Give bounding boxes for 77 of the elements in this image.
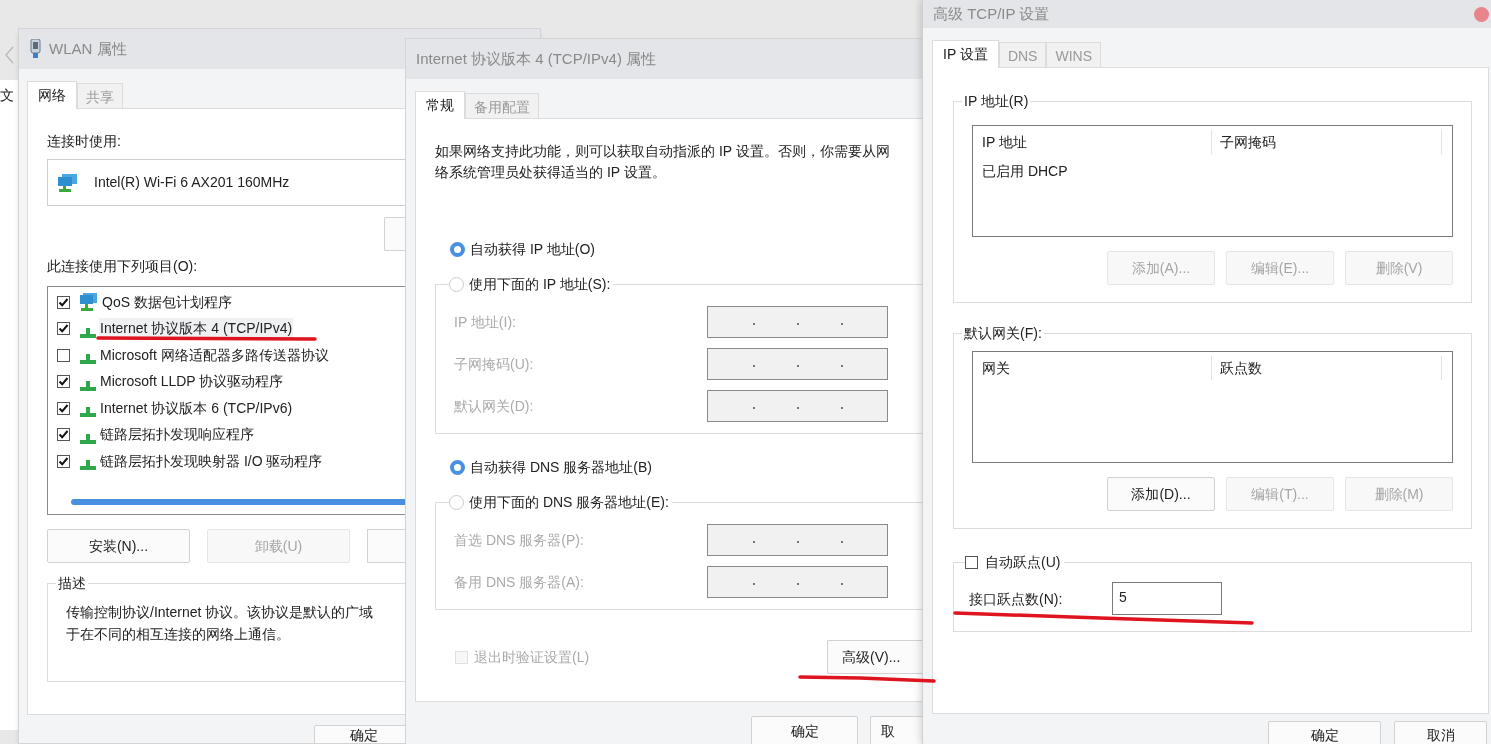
field-label: 连接时使用: xyxy=(47,132,122,150)
network-monitor-icon xyxy=(80,292,98,313)
input-field[interactable]: 5 xyxy=(1112,582,1222,615)
protocol-icon xyxy=(80,327,96,338)
back-chevron-icon xyxy=(5,46,14,64)
button[interactable]: 安装(N)... xyxy=(47,529,190,563)
intro-text: 络系统管理员处获得适当的 IP 设置。 xyxy=(435,163,666,182)
window-title: WLAN 属性 xyxy=(49,38,127,59)
tab[interactable]: 网络 xyxy=(27,81,77,109)
radio-label: 自动获得 IP 地址(O) xyxy=(470,239,595,259)
checkbox[interactable] xyxy=(57,428,70,442)
field-label: 备用 DNS 服务器(A): xyxy=(454,572,585,592)
window-title: 高级 TCP/IP 设置 xyxy=(933,5,1050,23)
menu-text: 文 xyxy=(0,86,15,105)
protocol-icon xyxy=(80,433,96,444)
protocol-icon xyxy=(80,407,96,418)
intro-text: 如果网络支持此功能，则可以获取自动指派的 IP 设置。否则，你需要从网 xyxy=(435,142,890,161)
close-button[interactable] xyxy=(1474,6,1489,22)
tab[interactable]: IP 设置 xyxy=(932,40,999,68)
network-adapter-icon xyxy=(58,173,78,192)
field-label: 接口跃点数(N): xyxy=(969,590,1064,609)
button[interactable]: 确定 xyxy=(1268,721,1381,744)
list-item[interactable]: Microsoft 网络适配器多路传送器协议 xyxy=(99,344,330,366)
column-header[interactable]: IP 地址 xyxy=(973,130,1212,154)
checkbox-label: 退出时验证设置(L) xyxy=(474,647,590,667)
list-item[interactable]: QoS 数据包计划程序 xyxy=(101,291,233,313)
ip-address-field[interactable] xyxy=(707,566,888,598)
field-label: 首选 DNS 服务器(P): xyxy=(454,530,585,550)
group-title: 默认网关(F): xyxy=(962,324,1044,342)
protocol-icon xyxy=(80,380,96,391)
scrollbar-thumb[interactable] xyxy=(71,499,408,505)
group-title: 描述 xyxy=(56,574,88,592)
checkbox[interactable] xyxy=(57,322,70,336)
list-item[interactable]: Microsoft LLDP 协议驱动程序 xyxy=(99,371,285,393)
button[interactable]: 高级(V)... xyxy=(827,640,922,674)
column-header[interactable]: 网关 xyxy=(973,356,1212,380)
tab[interactable]: 常规 xyxy=(415,91,465,119)
protocol-icon xyxy=(80,460,96,471)
list-item[interactable]: Internet 协议版本 6 (TCP/IPv6) xyxy=(99,397,294,419)
radio-button[interactable] xyxy=(450,241,465,257)
network-adapter-icon xyxy=(30,39,41,59)
radio-button[interactable] xyxy=(449,276,464,292)
list-item[interactable]: 链路层拓扑发现响应程序 xyxy=(99,424,255,446)
checkbox[interactable] xyxy=(57,401,70,415)
ip-address-field[interactable] xyxy=(707,348,888,380)
radio-label: 使用下面的 DNS 服务器地址(E): xyxy=(469,492,669,512)
column-header[interactable]: 子网掩码 xyxy=(1212,130,1442,154)
button[interactable]: 取 xyxy=(870,716,922,744)
description-text: 传输控制协议/Internet 协议。该协议是默认的广域 xyxy=(66,603,374,622)
table-cell-text: 已启用 DHCP xyxy=(982,161,1068,181)
checkbox[interactable] xyxy=(57,348,70,362)
checkbox[interactable] xyxy=(57,295,70,309)
description-text: 于在不同的相互连接的网络上通信。 xyxy=(66,625,290,644)
checkbox[interactable] xyxy=(57,375,70,389)
button[interactable]: 取消 xyxy=(1394,721,1487,744)
field-label: 此连接使用下列项目(O): xyxy=(47,257,199,275)
radio-label: 自动获得 DNS 服务器地址(B) xyxy=(470,457,652,477)
checkbox[interactable] xyxy=(57,454,70,468)
ip-address-field[interactable] xyxy=(707,390,888,422)
protocol-icon xyxy=(80,354,96,365)
adapter-name: Intel(R) Wi-Fi 6 AX201 160MHz xyxy=(94,173,290,192)
field-label: 默认网关(D): xyxy=(454,396,535,416)
group-title: IP 地址(R) xyxy=(962,92,1031,110)
radio-label: 使用下面的 IP 地址(S): xyxy=(469,274,611,294)
ip-address-field[interactable] xyxy=(707,524,888,556)
checkbox[interactable] xyxy=(965,555,978,569)
checkbox-label: 自动跃点(U) xyxy=(985,552,1061,572)
field-label: IP 地址(I): xyxy=(454,312,517,332)
column-header[interactable]: 跃点数 xyxy=(1212,356,1442,380)
radio-button[interactable] xyxy=(449,494,464,510)
list-item[interactable]: 链路层拓扑发现映射器 I/O 驱动程序 xyxy=(99,450,324,472)
ip-address-field[interactable] xyxy=(707,306,888,338)
window-title: Internet 协议版本 4 (TCP/IPv4) 属性 xyxy=(416,48,657,69)
radio-button[interactable] xyxy=(450,459,465,475)
button[interactable]: 添加(D)... xyxy=(1107,477,1215,511)
button[interactable]: 确定 xyxy=(751,716,858,744)
field-label: 子网掩码(U): xyxy=(454,354,535,374)
